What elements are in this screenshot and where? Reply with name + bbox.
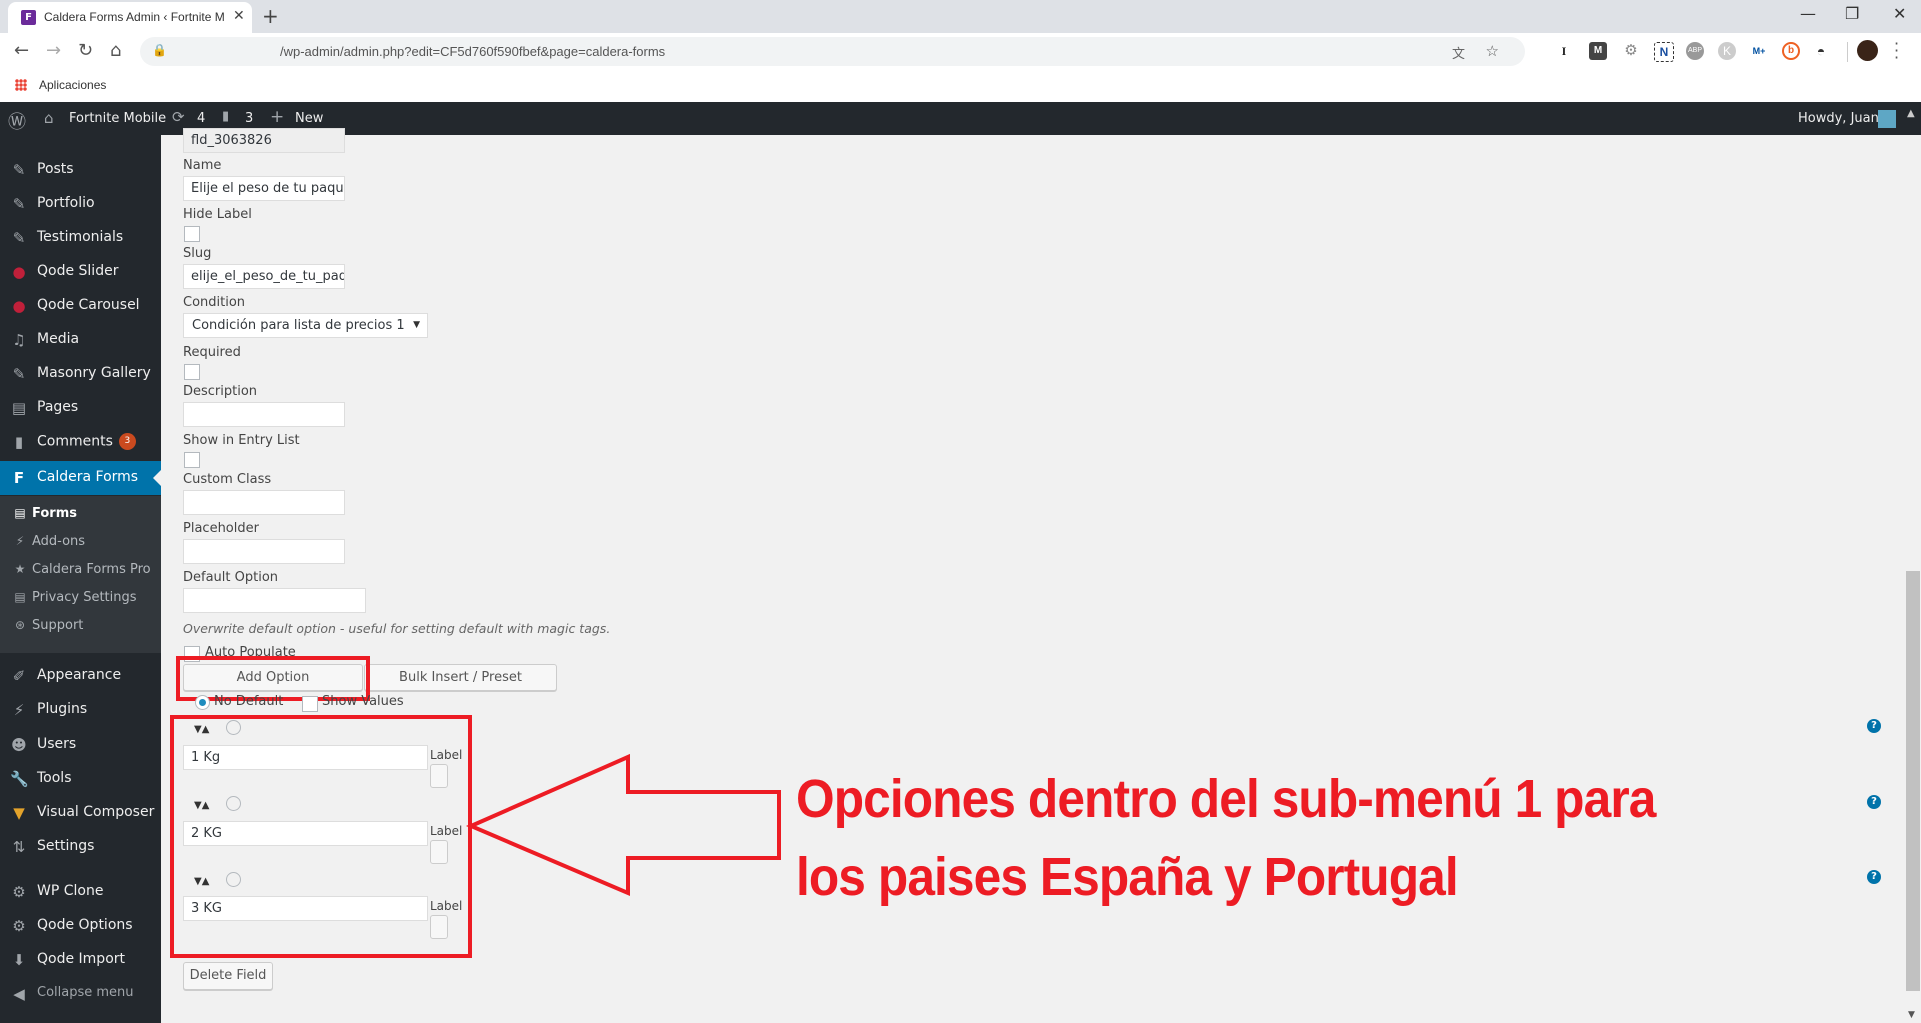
annotation-text: Opciones dentro del sub-menú 1 para los … xyxy=(796,760,1656,916)
scroll-down-arrow-icon[interactable]: ▼ xyxy=(1908,1010,1915,1020)
annotation-line-2: los paises España y Portugal xyxy=(796,847,1459,907)
annotation-line-1: Opciones dentro del sub-menú 1 para xyxy=(796,769,1656,829)
annotation-arrow-shape xyxy=(465,753,781,897)
scrollbar-thumb[interactable] xyxy=(1906,571,1920,991)
